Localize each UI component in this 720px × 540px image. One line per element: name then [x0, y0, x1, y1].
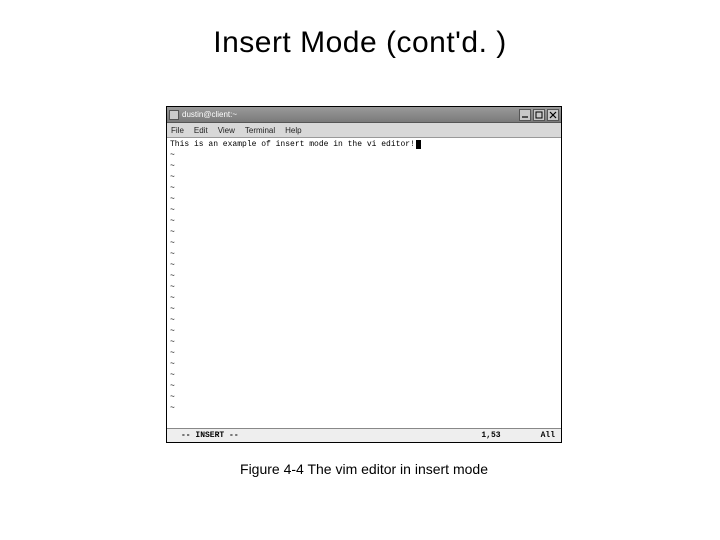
- menu-edit[interactable]: Edit: [194, 126, 208, 135]
- tilde-line: ~: [170, 260, 558, 271]
- figure: dustin@client:~ File Edit Vie: [166, 106, 562, 477]
- menu-view[interactable]: View: [218, 126, 235, 135]
- vim-statusbar: -- INSERT -- 1,53 All: [167, 428, 561, 442]
- tilde-line: ~: [170, 150, 558, 161]
- tilde-line: ~: [170, 249, 558, 260]
- window-controls: [519, 109, 559, 121]
- window-titlebar: dustin@client:~: [167, 107, 561, 123]
- status-scroll: All: [541, 431, 555, 440]
- tilde-line: ~: [170, 304, 558, 315]
- menu-terminal[interactable]: Terminal: [245, 126, 275, 135]
- window-title-text: dustin@client:~: [182, 110, 237, 119]
- tilde-line: ~: [170, 282, 558, 293]
- menubar: File Edit View Terminal Help: [167, 123, 561, 138]
- tilde-line: ~: [170, 205, 558, 216]
- tilde-line: ~: [170, 227, 558, 238]
- menu-file[interactable]: File: [171, 126, 184, 135]
- tilde-line: ~: [170, 293, 558, 304]
- text-cursor: [416, 140, 421, 149]
- slide: Insert Mode (cont'd. ) dustin@client:~: [0, 0, 720, 540]
- status-position: 1,53: [481, 431, 500, 440]
- tilde-line: ~: [170, 348, 558, 359]
- tilde-line: ~: [170, 326, 558, 337]
- editor-area[interactable]: This is an example of insert mode in the…: [167, 138, 561, 428]
- slide-title: Insert Mode (cont'd. ): [0, 0, 720, 60]
- tilde-line: ~: [170, 370, 558, 381]
- close-icon[interactable]: [547, 109, 559, 121]
- tilde-line: ~: [170, 315, 558, 326]
- terminal-window: dustin@client:~ File Edit Vie: [166, 106, 562, 443]
- status-right: 1,53 All: [481, 431, 555, 440]
- terminal-icon: [169, 110, 179, 120]
- empty-lines: ~~~~~~~~~~~~~~~~~~~~~~~~: [170, 150, 558, 414]
- minimize-icon[interactable]: [519, 109, 531, 121]
- menu-help[interactable]: Help: [285, 126, 301, 135]
- tilde-line: ~: [170, 403, 558, 414]
- tilde-line: ~: [170, 161, 558, 172]
- tilde-line: ~: [170, 194, 558, 205]
- tilde-line: ~: [170, 183, 558, 194]
- tilde-line: ~: [170, 172, 558, 183]
- tilde-line: ~: [170, 359, 558, 370]
- tilde-line: ~: [170, 216, 558, 227]
- tilde-line: ~: [170, 381, 558, 392]
- editor-text: This is an example of insert mode in the…: [170, 140, 415, 149]
- titlebar-left: dustin@client:~: [169, 110, 237, 120]
- tilde-line: ~: [170, 238, 558, 249]
- figure-caption: Figure 4-4 The vim editor in insert mode: [166, 461, 562, 477]
- tilde-line: ~: [170, 392, 558, 403]
- editor-text-line: This is an example of insert mode in the…: [170, 139, 558, 150]
- maximize-icon[interactable]: [533, 109, 545, 121]
- tilde-line: ~: [170, 271, 558, 282]
- tilde-line: ~: [170, 337, 558, 348]
- status-mode: -- INSERT --: [173, 431, 239, 440]
